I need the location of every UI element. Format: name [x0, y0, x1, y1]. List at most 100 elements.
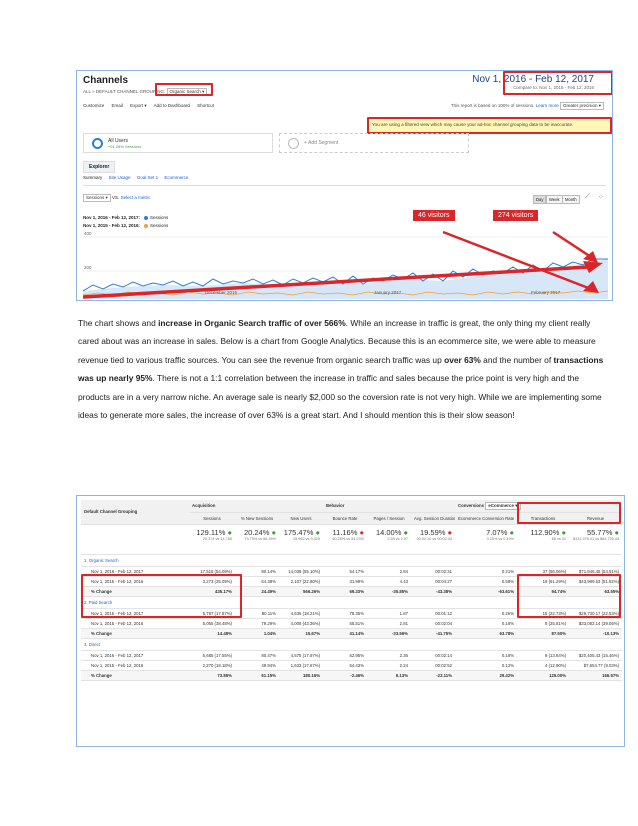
behavior-header: Behavior — [323, 500, 456, 513]
table-cell: 4,636 (18.21%) — [279, 608, 324, 619]
total-sub: 25,962 vs 9,425 — [292, 536, 321, 541]
report-toolbar: Customize Email Export ▾ Add to Dashboar… — [83, 103, 220, 109]
table-row: Nov 1, 2015 - Feb 12, 2016 2,270 (18.18%)… — [81, 660, 623, 671]
precision-value: Greater precision — [562, 103, 598, 108]
legend-previous-range: Nov 1, 2015 - Feb 12, 2016: — [83, 223, 141, 228]
total-sub: 2.55 vs 2.97 — [387, 536, 409, 541]
metric-dropdown[interactable]: Sessions ▾ — [83, 194, 111, 202]
table-cell: 73.85% — [189, 670, 235, 681]
total-cell: 19.59% ● 00:02:10 vs 00:02:43 — [411, 524, 456, 555]
report-title: Channels — [83, 75, 129, 86]
highlight-box-warning — [367, 117, 612, 134]
table-row: Nov 1, 2016 - Feb 12, 2017 5,685 (17.55%)… — [81, 650, 623, 661]
conversions-dropdown[interactable]: eCommerce ▾ — [485, 501, 521, 510]
increase-indicator: ● — [313, 527, 321, 537]
dot-chart-icon[interactable]: ⁘ — [598, 193, 604, 201]
ytick-400: 400 — [84, 231, 92, 236]
channel-group-name[interactable]: 3. Direct — [81, 638, 623, 651]
sampling-note: This report is based on 100% of sessions… — [450, 103, 535, 108]
table-cell: 00:04:27 — [411, 576, 456, 587]
toolbar-shortcut[interactable]: Shortcut — [197, 103, 214, 108]
table-cell: -43.38% — [411, 586, 456, 597]
subtab-summary[interactable]: Summary — [83, 175, 102, 180]
table-cell: 55.51% — [323, 618, 368, 629]
total-value: 7.07% ● — [486, 527, 515, 537]
th-pages-session[interactable]: Pages / Session — [367, 512, 412, 525]
subtab-goal-set[interactable]: Goal Set 1 — [137, 175, 158, 180]
th-new-sessions[interactable]: % New Sessions — [235, 512, 279, 525]
th-conv-rate[interactable]: Ecommerce Conversion Rate — [455, 512, 518, 525]
total-value: 112.90% ● — [530, 527, 567, 537]
toolbar-customize[interactable]: Customize — [83, 103, 104, 108]
table-cell: 166.57% — [569, 670, 623, 681]
callout-274-visitors: 274 visitors — [492, 209, 540, 222]
period-week-button[interactable]: Week — [546, 195, 563, 204]
total-cell: 14.00% ● 2.55 vs 2.97 — [367, 524, 412, 555]
increase-indicator: ● — [225, 527, 232, 537]
total-value: 55.77% ● — [587, 527, 620, 537]
toolbar-export[interactable]: Export ▾ — [130, 103, 147, 108]
table-cell: 4 (12.90%) — [517, 660, 570, 671]
tab-explorer[interactable]: Explorer — [83, 161, 116, 173]
breadcrumb-path: ALL » DEFAULT CHANNEL GROUPING: — [83, 89, 166, 94]
total-cell: 7.07% ● 0.20% vs 0.19% — [455, 524, 518, 555]
table-cell: 64.43% — [323, 660, 368, 671]
report-sampling: This report is based on 100% of sessions… — [451, 102, 604, 110]
row-label: Nov 1, 2016 - Feb 12, 2017 — [81, 650, 189, 661]
period-month-button[interactable]: Month — [562, 195, 580, 204]
th-new-users[interactable]: New Users — [279, 512, 324, 525]
para-text-4: . There is not a 1:1 correlation between… — [78, 373, 602, 421]
total-value: 19.59% ● — [419, 527, 453, 537]
table-cell: 00:02:14 — [411, 650, 456, 661]
table-cell: 180.16% — [279, 670, 324, 681]
table-cell: -63.61% — [455, 586, 518, 597]
table-cell: 0.16% — [455, 618, 518, 629]
conversions-label: Conversions — [458, 502, 485, 508]
table-cell: 62.95% — [323, 650, 368, 661]
metric-controls: Sessions ▾ VS. Select a metric — [83, 194, 150, 202]
row-label: % Change — [81, 670, 189, 681]
decline-indicator: ● — [357, 527, 365, 537]
table-cell: 2,107 (22.80%) — [279, 576, 324, 587]
explorer-subtabs: Summary Site Usage Goal Set 1 Ecommerce — [83, 175, 193, 180]
period-day-button[interactable]: Day — [533, 195, 547, 204]
precision-dropdown[interactable]: Greater precision ▾ — [559, 102, 604, 110]
table-cell: 5,055 (38.48%) — [189, 618, 235, 629]
table-cell: 00:01:12 — [411, 608, 456, 619]
learn-more-link[interactable]: Learn more — [536, 103, 559, 108]
legend-current-dot — [144, 215, 149, 220]
analytics-channels-screenshot: Channels ALL » DEFAULT CHANNEL GROUPING:… — [76, 70, 613, 301]
table-cell: 54.17% — [323, 566, 368, 577]
col-grouping-header: Default Channel Grouping — [81, 500, 189, 525]
subtab-ecommerce[interactable]: Ecommerce — [164, 175, 188, 180]
callout-46-visitors: 46 visitors — [412, 209, 456, 222]
channel-comparison-table-screenshot: Default Channel Grouping Acquisition Beh… — [76, 495, 625, 747]
row-label: % Change — [81, 628, 189, 639]
highlight-box-conv-headers — [517, 502, 621, 524]
metric-value: Sessions — [86, 195, 105, 200]
line-chart-icon[interactable]: ⟋ — [585, 193, 590, 201]
table-cell: 8 (25.81%) — [517, 618, 570, 629]
table-cell: $33,082.14 (39.05%) — [569, 618, 623, 629]
th-sessions[interactable]: Sessions — [189, 512, 235, 525]
total-cell: 175.47% ● 25,962 vs 9,425 — [279, 524, 324, 555]
subtab-site-usage[interactable]: Site Usage — [109, 175, 131, 180]
total-cell: 112.90% ● 66 vs 31 — [517, 524, 570, 555]
total-value: 175.47% ● — [283, 527, 321, 537]
th-avg-duration[interactable]: Avg. Session Duration — [411, 512, 456, 525]
para-text-3: and the number of — [480, 354, 554, 365]
vs-label: VS. — [112, 195, 120, 200]
add-segment-slot[interactable]: + Add Segment — [279, 133, 469, 153]
segment-all-users[interactable]: All Users +51.28% Sessions — [83, 133, 273, 153]
sessions-line-chart: 400 200 — [83, 230, 608, 299]
toolbar-email[interactable]: Email — [112, 103, 123, 108]
table-cell: 0.26% — [455, 608, 518, 619]
select-metric-link[interactable]: Select a metric — [121, 195, 151, 200]
channel-group-name[interactable]: 1. Organic Search — [81, 554, 623, 567]
th-bounce-rate[interactable]: Bounce Rate — [323, 512, 368, 525]
increase-indicator: ● — [559, 527, 567, 537]
toolbar-add-dashboard[interactable]: Add to Dashboard — [154, 103, 190, 108]
add-segment-label: + Add Segment — [304, 140, 339, 146]
increase-indicator: ● — [401, 527, 409, 537]
table-cell: $20,405.43 (15.46%) — [569, 650, 623, 661]
